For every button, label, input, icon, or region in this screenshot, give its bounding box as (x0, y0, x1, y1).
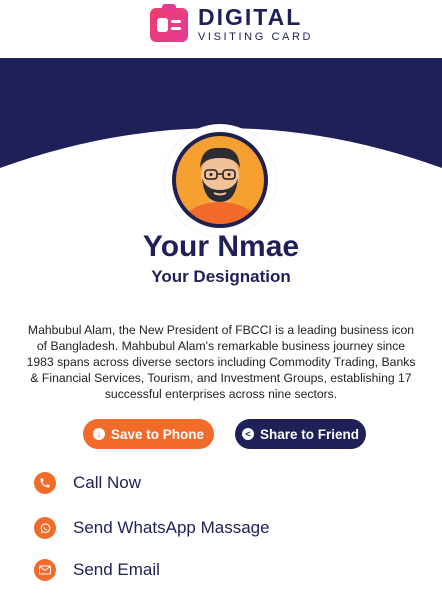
logo-text: DIGITAL VISITING CARD (198, 6, 313, 43)
profile-designation: Your Designation (151, 267, 291, 286)
avatar-illustration (176, 136, 264, 224)
logo-main-text: DIGITAL (198, 4, 303, 30)
save-button-label: Save to Phone (110, 426, 205, 442)
send-whatsapp-label: Send WhatsApp Massage (73, 518, 270, 537)
share-to-friend-button[interactable]: < Share to Friend (235, 419, 366, 449)
call-now-label: Call Now (73, 473, 142, 492)
logo-sub-text: VISITING CARD (198, 31, 314, 43)
email-icon (34, 559, 56, 581)
send-email-label: Send Email (73, 560, 160, 579)
phone-icon (34, 472, 56, 494)
profile-name: Your Nmae (142, 230, 300, 263)
share-icon: < (241, 428, 254, 440)
call-now-link[interactable]: Call Now (34, 470, 141, 496)
whatsapp-icon (34, 517, 56, 539)
save-to-phone-button[interactable]: ↓ Save to Phone (83, 419, 214, 449)
profile-avatar (164, 124, 276, 236)
header: DIGITAL VISITING CARD (0, 0, 442, 58)
share-button-label: Share to Friend (259, 426, 359, 442)
id-card-icon (150, 3, 188, 42)
send-email-link[interactable]: Send Email (34, 557, 160, 583)
app-logo[interactable]: DIGITAL VISITING CARD (150, 3, 313, 43)
send-whatsapp-link[interactable]: Send WhatsApp Massage (34, 515, 270, 541)
download-icon: ↓ (92, 428, 105, 440)
profile-bio: Mahbubul Alam, the New President of FBCC… (26, 323, 416, 401)
